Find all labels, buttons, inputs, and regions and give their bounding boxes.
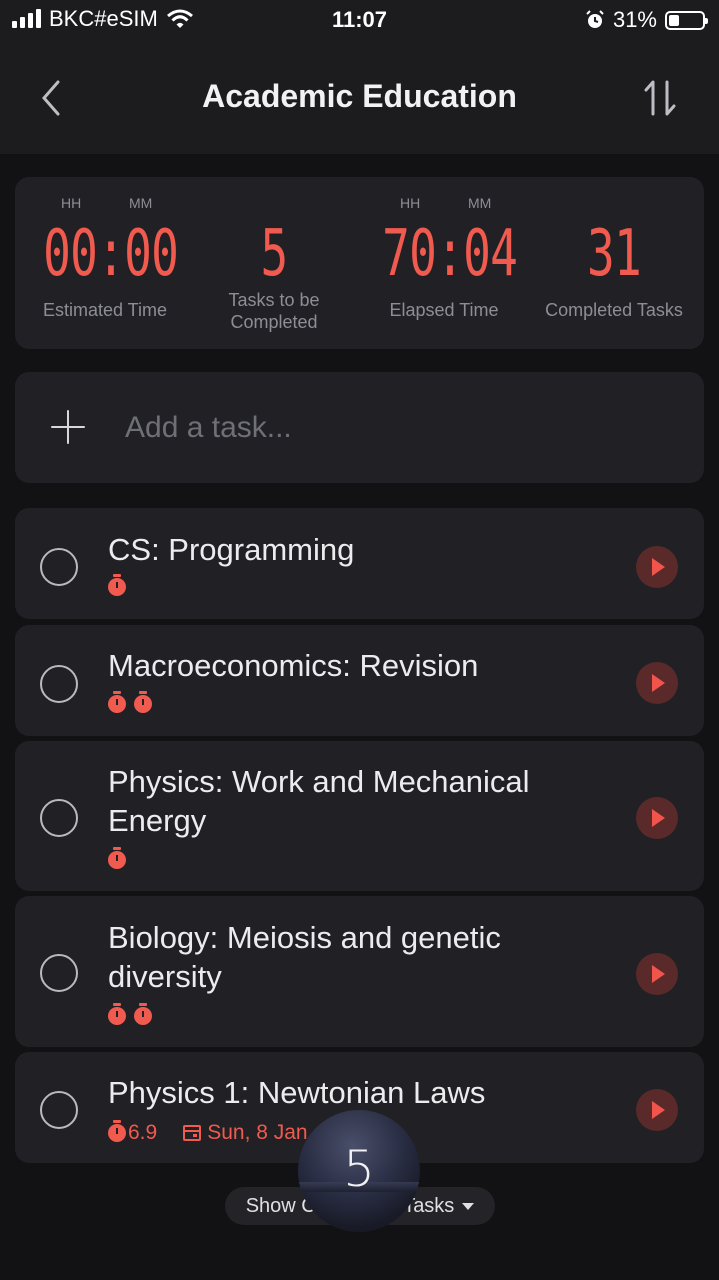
pomodoro-timer-icon xyxy=(108,574,126,596)
task-meta xyxy=(108,847,126,869)
task-complete-checkbox[interactable] xyxy=(40,665,78,703)
estimate-value: 6.9 xyxy=(128,1121,158,1144)
stat-label: Elapsed Time xyxy=(389,300,499,320)
start-timer-button[interactable] xyxy=(636,797,678,839)
add-task-input[interactable] xyxy=(123,402,667,454)
task-row[interactable]: Biology: Meiosis and genetic diversity xyxy=(15,896,704,1047)
task-meta xyxy=(108,1003,152,1025)
battery-fill xyxy=(669,14,679,26)
hours-unit: HH xyxy=(400,195,421,211)
stat-label: Estimated Time xyxy=(42,300,168,320)
minutes-unit: MM xyxy=(468,195,492,211)
task-title: CS: Programming xyxy=(108,532,355,567)
status-right: 31% xyxy=(585,7,708,33)
task-complete-checkbox[interactable] xyxy=(40,799,78,837)
floating-timer-bubble[interactable]: 5 xyxy=(298,1110,420,1232)
caret-down-icon xyxy=(462,1202,475,1210)
status-bar: BKC#eSIM 11:07 31% xyxy=(0,0,719,40)
floating-timer-value: 5 xyxy=(343,1140,375,1198)
task-row[interactable]: Macroeconomics: Revision xyxy=(15,625,704,736)
page-title: Academic Education xyxy=(202,78,517,114)
task-estimate: 6.9 xyxy=(108,1120,158,1145)
stat-value: 5 xyxy=(260,217,288,291)
task-title: Macroeconomics: Revision xyxy=(108,648,479,683)
stat-value: 00:00 xyxy=(43,217,179,291)
pomodoro-timer-icon xyxy=(108,1120,126,1142)
stat-value: 31 xyxy=(586,217,642,291)
pomodoro-timer-icon xyxy=(108,1003,126,1025)
add-task-bar[interactable] xyxy=(15,372,704,483)
calendar-icon xyxy=(183,1125,202,1141)
task-complete-checkbox[interactable] xyxy=(40,954,78,992)
stat-value: 70:04 xyxy=(382,217,518,291)
stat-label: Completed Tasks xyxy=(545,300,683,320)
task-title: Biology: Meiosis and genetic diversity xyxy=(108,920,501,994)
task-row[interactable]: Physics: Work and Mechanical Energy xyxy=(15,741,704,891)
due-date-value: Sun, 8 Jan xyxy=(207,1121,308,1144)
start-timer-button[interactable] xyxy=(636,1089,678,1131)
nav-bar: Academic Education xyxy=(0,40,719,154)
start-timer-button[interactable] xyxy=(636,953,678,995)
start-timer-button[interactable] xyxy=(636,546,678,588)
task-title: Physics: Work and Mechanical Energy xyxy=(108,764,530,838)
minutes-unit: MM xyxy=(129,195,153,211)
task-row[interactable]: CS: Programming xyxy=(15,508,704,619)
battery-icon xyxy=(665,10,708,30)
alarm-icon xyxy=(586,10,604,28)
stat-label: Tasks to be Completed xyxy=(228,290,320,332)
hours-unit: HH xyxy=(61,195,82,211)
plus-icon[interactable] xyxy=(51,410,85,444)
task-complete-checkbox[interactable] xyxy=(40,1091,78,1129)
pomodoro-timer-icon xyxy=(108,847,126,869)
battery-percent: 31% xyxy=(612,7,657,32)
task-meta: 6.9 Sun, 8 Jan xyxy=(108,1120,308,1145)
task-meta xyxy=(108,574,126,596)
pomodoro-timer-icon xyxy=(108,691,126,713)
pomodoro-timer-icon xyxy=(134,1003,152,1025)
task-title: Physics 1: Newtonian Laws xyxy=(108,1075,486,1110)
task-meta xyxy=(108,691,152,713)
start-timer-button[interactable] xyxy=(636,662,678,704)
task-complete-checkbox[interactable] xyxy=(40,548,78,586)
pomodoro-timer-icon xyxy=(134,691,152,713)
sort-arrows-icon[interactable] xyxy=(641,76,681,120)
task-due-date: Sun, 8 Jan xyxy=(183,1121,308,1145)
stats-card: HH MM 00:00 Estimated Time 5 Tasks to be … xyxy=(15,177,704,349)
